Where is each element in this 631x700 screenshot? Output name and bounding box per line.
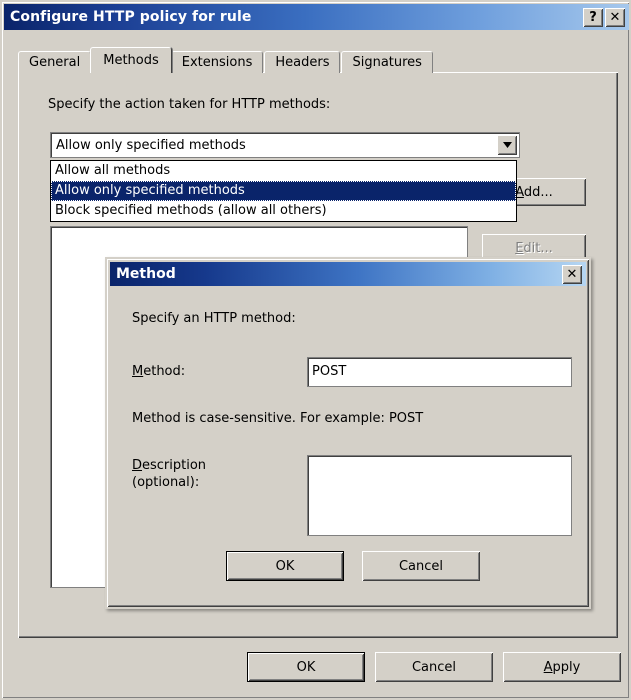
- dropdown-option-block-specified[interactable]: Block specified methods (allow all other…: [51, 201, 516, 221]
- tab-methods[interactable]: Methods: [90, 47, 172, 73]
- chevron-down-icon[interactable]: [497, 135, 517, 155]
- configure-http-policy-window: Configure HTTP policy for rule ? ✕ Gener…: [0, 0, 631, 700]
- method-field-label: Method:: [132, 364, 185, 379]
- apply-button[interactable]: Apply: [503, 652, 621, 682]
- method-input[interactable]: POST: [307, 357, 572, 387]
- tab-signatures-label: Signatures: [352, 55, 422, 70]
- window-titlebar: Configure HTTP policy for rule ? ✕: [4, 4, 629, 30]
- tab-general[interactable]: General: [18, 51, 92, 73]
- ok-button-label: OK: [296, 659, 316, 675]
- method-dialog-ok-button-label: OK: [275, 558, 295, 574]
- help-button[interactable]: ?: [583, 7, 603, 27]
- window-title: Configure HTTP policy for rule: [10, 9, 252, 25]
- tab-general-label: General: [29, 55, 81, 70]
- description-field-label-line1: Description: [132, 458, 207, 473]
- tab-strip: General Methods Extensions Headers Signa…: [18, 47, 434, 73]
- method-dialog: Method ✕ Specify an HTTP method: Method:…: [105, 257, 591, 609]
- description-input[interactable]: [307, 455, 572, 536]
- close-icon[interactable]: ✕: [605, 7, 625, 27]
- http-method-action-combobox[interactable]: Allow only specified methods: [50, 132, 520, 158]
- method-case-note: Method is case-sensitive. For example: P…: [132, 411, 424, 426]
- http-method-action-dropdown-list[interactable]: Allow all methods Allow only specified m…: [50, 160, 517, 222]
- dropdown-option-allow-all[interactable]: Allow all methods: [51, 161, 516, 181]
- cancel-button-label: Cancel: [411, 659, 457, 675]
- cancel-button[interactable]: Cancel: [375, 652, 493, 682]
- method-dialog-instruction: Specify an HTTP method:: [132, 311, 296, 326]
- ok-button[interactable]: OK: [247, 652, 365, 682]
- description-field-label-line2: (optional):: [132, 475, 200, 490]
- apply-button-label: Apply: [543, 659, 581, 675]
- method-dialog-body: Specify an HTTP method: Method: POST Met…: [107, 259, 589, 607]
- dropdown-option-allow-only[interactable]: Allow only specified methods: [51, 181, 516, 201]
- method-field-label-text: Method:: [132, 364, 186, 379]
- method-dialog-ok-button[interactable]: OK: [226, 551, 344, 581]
- tab-extensions-label: Extensions: [181, 55, 253, 70]
- tab-headers[interactable]: Headers: [264, 51, 341, 73]
- tab-signatures[interactable]: Signatures: [341, 51, 433, 73]
- description-field-label: Description (optional):: [132, 457, 206, 491]
- methods-instruction-label: Specify the action taken for HTTP method…: [48, 97, 331, 112]
- method-dialog-cancel-button-label: Cancel: [398, 558, 444, 574]
- tab-extensions[interactable]: Extensions: [170, 51, 264, 73]
- http-method-action-combobox-value: Allow only specified methods: [56, 137, 246, 153]
- tab-methods-label: Methods: [103, 53, 159, 68]
- tab-headers-label: Headers: [275, 55, 330, 70]
- edit-method-button-label: Edit...: [515, 240, 553, 256]
- add-method-button-label: Add...: [515, 184, 553, 200]
- method-dialog-cancel-button[interactable]: Cancel: [362, 551, 480, 581]
- window-titlebar-buttons: ? ✕: [583, 7, 629, 27]
